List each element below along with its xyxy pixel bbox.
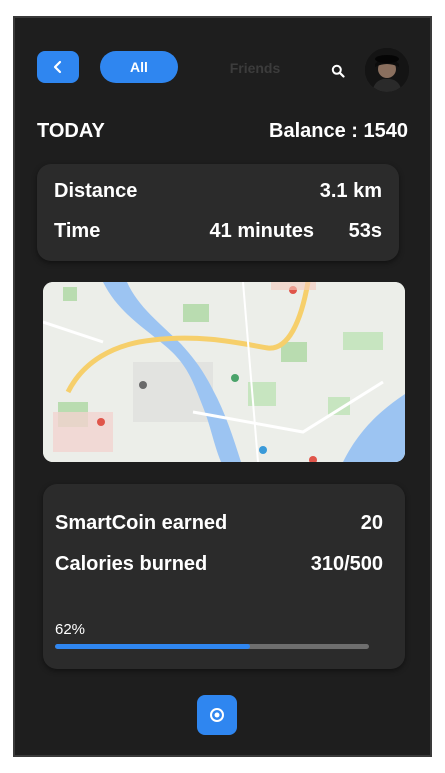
map-image bbox=[43, 282, 405, 462]
time-seconds: 53s bbox=[348, 220, 382, 242]
calories-label: Calories burned bbox=[55, 553, 208, 575]
day-label: TODAY bbox=[37, 119, 105, 142]
record-button[interactable] bbox=[197, 695, 237, 735]
filter-all-button[interactable]: All bbox=[100, 51, 178, 83]
progress-fill bbox=[55, 644, 250, 649]
chevron-left-icon bbox=[53, 60, 62, 74]
filter-friends-tab[interactable]: Friends bbox=[220, 58, 290, 78]
summary-row: TODAY Balance : 1540 bbox=[37, 118, 408, 144]
app-screen: All Friends TODAY Balance : 1540 Distanc… bbox=[13, 16, 432, 757]
activity-card: Distance 3.1 km Time 41 minutes 53s bbox=[37, 164, 399, 261]
time-row: Time 41 minutes 53s bbox=[54, 220, 382, 246]
route-map[interactable] bbox=[43, 282, 405, 462]
search-icon bbox=[331, 64, 345, 78]
calories-value: 310/500 bbox=[310, 553, 383, 575]
time-minutes: 41 minutes bbox=[209, 220, 314, 242]
back-button[interactable] bbox=[37, 51, 79, 83]
record-icon bbox=[210, 708, 224, 722]
phone-frame: All Friends TODAY Balance : 1540 Distanc… bbox=[0, 0, 445, 773]
top-bar: All Friends bbox=[15, 18, 430, 118]
calories-progress-bar bbox=[55, 644, 369, 649]
progress-percent-label: 62% bbox=[55, 621, 86, 638]
distance-value: 3.1 km bbox=[319, 180, 382, 202]
avatar-image bbox=[365, 48, 409, 92]
distance-row: Distance 3.1 km bbox=[54, 180, 382, 206]
time-label: Time bbox=[54, 220, 101, 242]
balance-label: Balance : 1540 bbox=[269, 119, 408, 142]
avatar[interactable] bbox=[365, 48, 409, 92]
distance-label: Distance bbox=[54, 180, 138, 202]
coins-label: SmartCoin earned bbox=[55, 512, 228, 534]
calories-row: Calories burned 310/500 bbox=[55, 553, 383, 579]
search-button[interactable] bbox=[327, 60, 349, 82]
rewards-card: SmartCoin earned 20 Calories burned 310/… bbox=[43, 484, 405, 669]
coins-row: SmartCoin earned 20 bbox=[55, 512, 383, 538]
coins-value: 20 bbox=[360, 512, 383, 534]
